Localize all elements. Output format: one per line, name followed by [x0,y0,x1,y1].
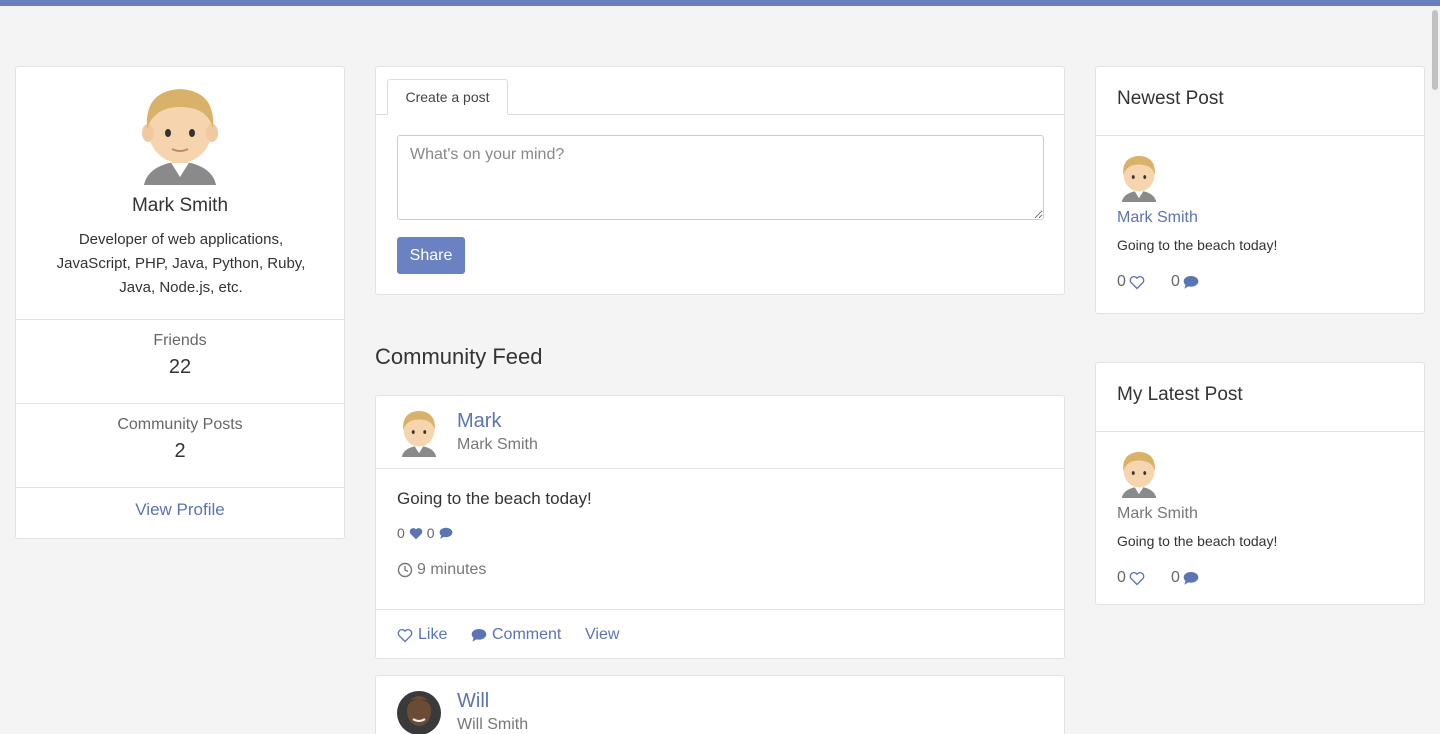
newest-post-author-link[interactable]: Mark Smith [1117,209,1198,227]
post-username-link[interactable]: Will [457,690,489,713]
like-label: Like [418,626,448,643]
comment-label: Comment [492,626,562,643]
comment-count: 0 [426,525,435,541]
newest-post-avatar [1117,154,1161,202]
my-latest-post-author: Mark Smith [1117,505,1198,522]
comment-filled-icon [439,527,453,539]
post-input[interactable] [397,135,1044,220]
newest-post-card: Newest Post Mark Smith Going to the beac… [1095,66,1425,314]
post-fullname: Mark Smith [457,436,538,453]
heart-outline-icon [1129,571,1145,586]
my-latest-post-likes[interactable]: 0 [1117,569,1145,587]
community-posts-count: 2 [174,440,186,462]
my-latest-post-text: Going to the beach today! [1117,533,1278,549]
scrollbar-thumb[interactable] [1432,10,1438,90]
view-profile-link[interactable]: View Profile [16,500,344,520]
post-fullname: Will Smith [457,716,529,733]
post-avatar[interactable] [397,689,441,734]
like-button[interactable]: Like [397,626,447,644]
community-posts-label: Community Posts [117,416,243,433]
newest-post-likes[interactable]: 0 [1117,273,1145,291]
page-scrollbar[interactable] [1430,6,1440,734]
newest-post-comments[interactable]: 0 [1171,273,1199,291]
profile-avatar [138,85,222,185]
create-post-card: Create a post Share [375,66,1065,295]
comment-icon [1183,571,1199,585]
comment-icon [471,628,487,642]
newest-post-text: Going to the beach today! [1117,237,1278,253]
comment-icon [1183,275,1199,289]
post-counts: 0 0 [397,525,453,541]
community-feed-title: Community Feed [375,344,543,369]
like-count: 0 [1117,569,1126,586]
post-time: 9 minutes [397,561,486,579]
heart-outline-icon [1129,275,1145,290]
post-header: Mark Mark Smith [376,396,1064,469]
friends-section: Friends 22 [16,319,344,403]
like-count: 0 [397,525,405,541]
community-posts-section: Community Posts 2 [16,403,344,487]
post-text: Going to the beach today! [397,489,592,508]
profile-bio: Developer of web applications, JavaScrip… [56,231,306,296]
newest-post-header: Newest Post [1096,67,1424,136]
my-latest-post-comments[interactable]: 0 [1171,569,1199,587]
profile-card: Mark Smith Developer of web applications… [15,66,345,539]
like-count: 0 [1117,273,1126,290]
post-actions: Like Comment View [376,609,1064,659]
post-time-text: 9 minutes [417,561,487,578]
my-latest-post-avatar [1117,450,1161,498]
view-profile-section: View Profile [16,487,344,539]
my-latest-post-title: My Latest Post [1117,384,1243,405]
tab-create-post[interactable]: Create a post [387,79,508,115]
heart-filled-icon [409,527,423,540]
feed-post: Mark Mark Smith Going to the beach today… [375,395,1065,659]
my-latest-post-header: My Latest Post [1096,363,1424,432]
share-button[interactable]: Share [397,237,465,274]
top-accent-bar [0,0,1440,6]
profile-name: Mark Smith [131,195,229,216]
my-latest-post-card: My Latest Post Mark Smith Going to the b… [1095,362,1425,605]
comment-button[interactable]: Comment [471,626,561,644]
feed-post: Will Will Smith [375,675,1065,734]
post-avatar[interactable] [397,409,441,457]
newest-post-title: Newest Post [1117,88,1224,109]
heart-outline-icon [397,628,413,643]
comment-count: 0 [1171,569,1180,586]
clock-icon [397,562,413,578]
comment-count: 0 [1171,273,1180,290]
view-post-link[interactable]: View [585,626,619,644]
post-username-link[interactable]: Mark [457,410,501,433]
friends-count: 22 [168,356,192,378]
friends-label: Friends [153,332,207,349]
